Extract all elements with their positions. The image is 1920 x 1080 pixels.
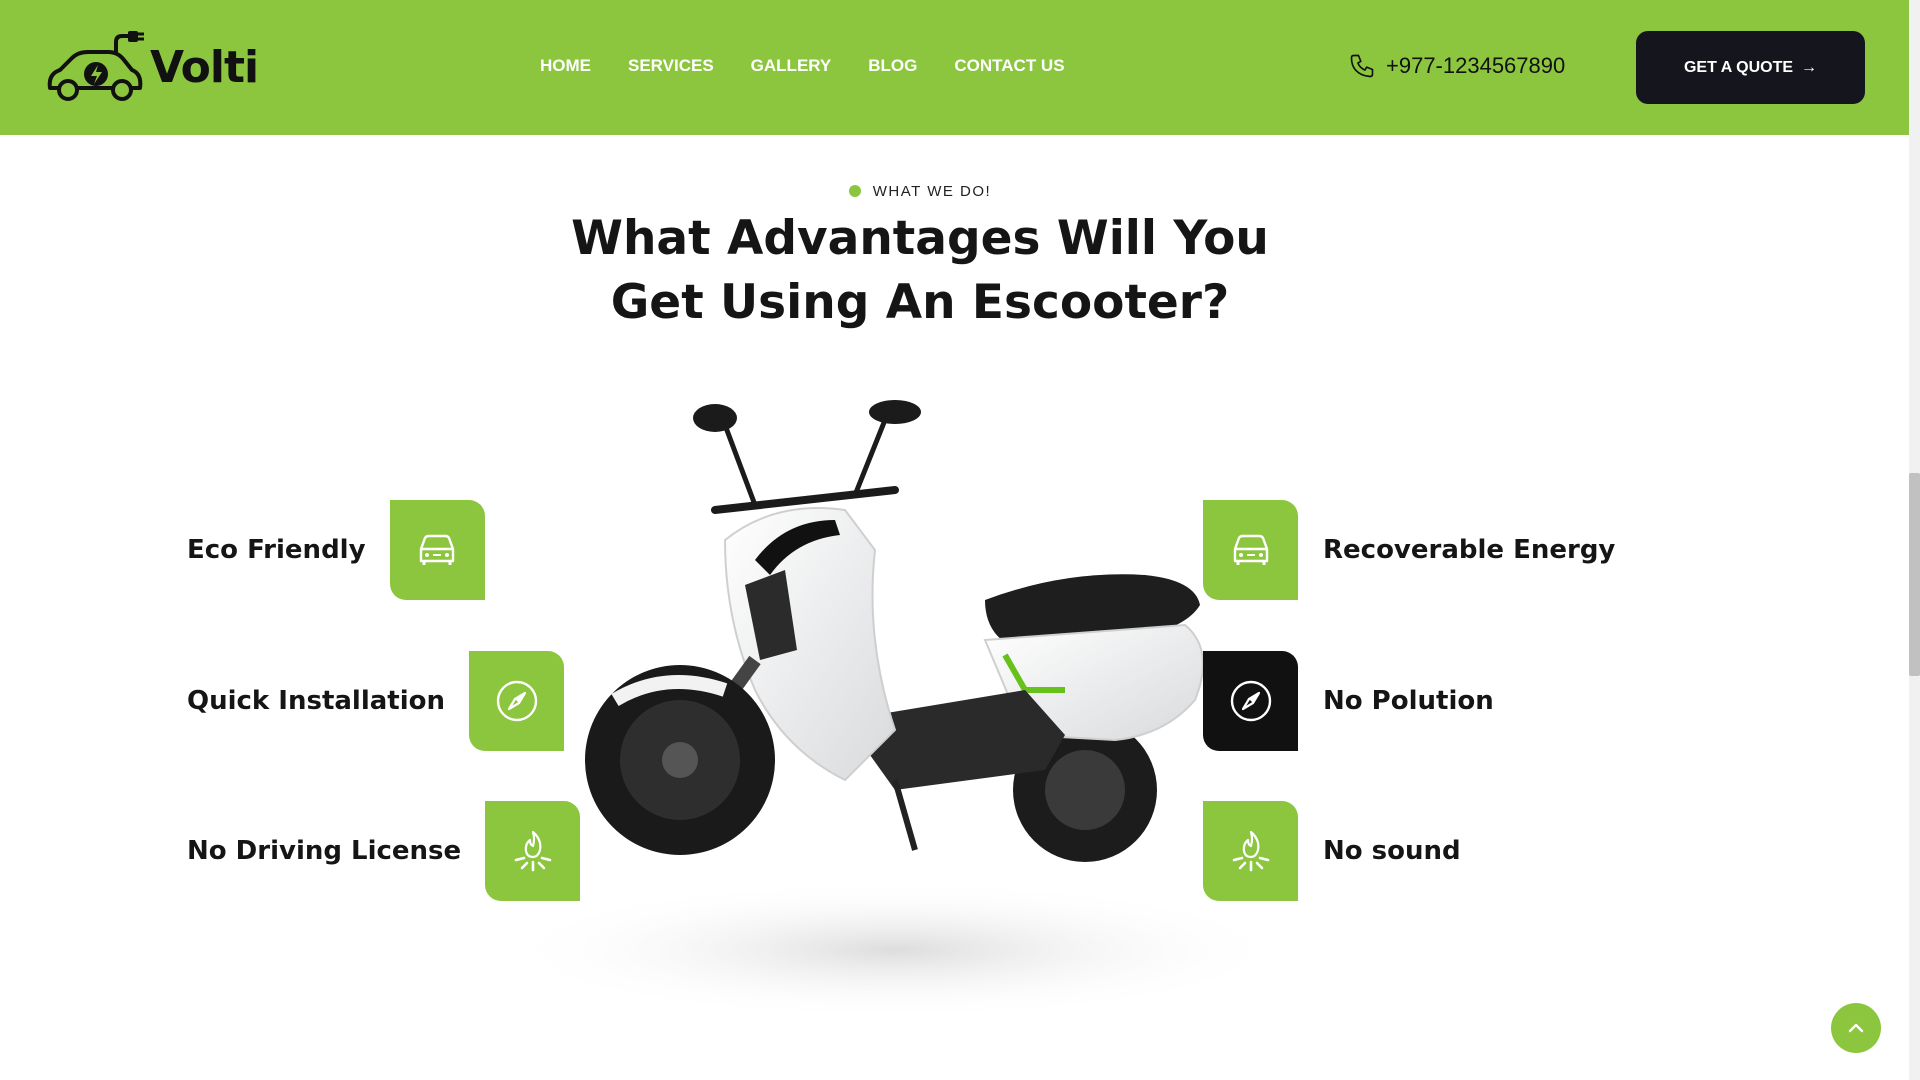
nav-contact-us[interactable]: CONTACT US bbox=[954, 56, 1064, 76]
nav-blog[interactable]: BLOG bbox=[868, 56, 917, 76]
phone-number: +977-1234567890 bbox=[1386, 53, 1566, 78]
feature-eco-friendly: Eco Friendly bbox=[187, 500, 485, 600]
section-eyebrow: WHAT WE DO! bbox=[0, 183, 1840, 200]
eyebrow-dot bbox=[848, 185, 861, 198]
feature-icon-box bbox=[485, 801, 581, 901]
title-line-2: Get Using An Escooter? bbox=[610, 275, 1230, 330]
feature-label: Eco Friendly bbox=[187, 535, 366, 565]
feature-no-polution: No Polution bbox=[1203, 651, 1494, 751]
quote-button-label: GET A QUOTE bbox=[1683, 58, 1794, 76]
eyebrow-text: WHAT WE DO! bbox=[872, 183, 992, 200]
feature-quick-installation: Quick Installation bbox=[187, 651, 564, 751]
car-icon bbox=[1233, 534, 1268, 565]
arrow-right-icon: → bbox=[1801, 58, 1818, 76]
feature-label: Recoverable Energy bbox=[1323, 535, 1616, 565]
title-line-1: What Advantages Will You bbox=[571, 211, 1269, 266]
brand-logo[interactable]: Volti bbox=[42, 30, 259, 104]
feature-label: No sound bbox=[1323, 836, 1461, 866]
feature-icon-box bbox=[1203, 801, 1298, 901]
feature-label: No Polution bbox=[1323, 686, 1494, 716]
campfire-icon bbox=[514, 830, 551, 872]
section-title: What Advantages Will You Get Using An Es… bbox=[0, 207, 1840, 335]
campfire-icon bbox=[1232, 830, 1269, 872]
feature-label: Quick Installation bbox=[187, 686, 445, 716]
nav-gallery[interactable]: GALLERY bbox=[751, 56, 832, 76]
feature-icon-box bbox=[1203, 651, 1298, 751]
main-nav: HOME SERVICES GALLERY BLOG CONTACT US bbox=[540, 56, 1102, 76]
get-a-quote-button[interactable]: GET A QUOTE → bbox=[1636, 31, 1865, 104]
feature-icon-box bbox=[389, 500, 485, 600]
nav-home[interactable]: HOME bbox=[540, 56, 591, 76]
car-icon bbox=[419, 534, 455, 565]
compass-icon bbox=[1230, 680, 1271, 722]
feature-label: No Driving License bbox=[187, 836, 462, 866]
header-phone[interactable]: +977-1234567890 bbox=[1348, 52, 1565, 80]
feature-recoverable-energy: Recoverable Energy bbox=[1203, 500, 1615, 600]
nav-services[interactable]: SERVICES bbox=[628, 56, 714, 76]
brand-name: Volti bbox=[150, 41, 259, 93]
ev-car-plug-icon bbox=[47, 31, 144, 101]
back-to-top-button[interactable] bbox=[1831, 1003, 1881, 1053]
feature-icon-box bbox=[1203, 500, 1298, 600]
chevron-up-icon bbox=[1848, 1023, 1864, 1033]
phone-icon bbox=[1350, 54, 1374, 78]
feature-icon-box bbox=[469, 651, 564, 751]
page-scrollbar-thumb[interactable] bbox=[1909, 473, 1920, 676]
feature-no-sound: No sound bbox=[1203, 801, 1461, 901]
site-header: Volti HOME SERVICES GALLERY BLOG CONTACT… bbox=[0, 0, 1909, 135]
compass-icon bbox=[496, 680, 537, 722]
feature-no-driving-license: No Driving License bbox=[187, 801, 581, 901]
